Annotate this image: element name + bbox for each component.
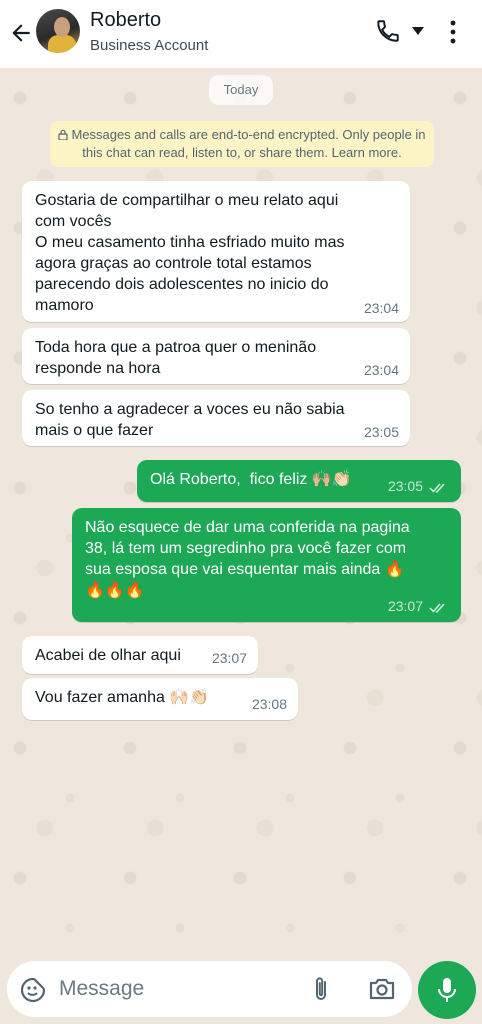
message-composer (7, 961, 412, 1017)
message-time: 23:07 (211, 650, 247, 666)
message-text: Não esquece de dar uma conferida na pagi… (85, 519, 410, 599)
chat-area[interactable]: Today Messages and calls are end-to-end … (0, 68, 482, 950)
message-time: 23:05 (387, 478, 423, 494)
message-text: Gostaria de compartilhar o meu relato aq… (35, 192, 345, 314)
caret-down-icon[interactable] (412, 27, 424, 35)
message-bubble-incoming[interactable]: Toda hora que a patroa quer o meninão re… (22, 328, 410, 384)
mic-button[interactable] (418, 961, 476, 1019)
more-vert-icon[interactable] (448, 20, 458, 44)
avatar[interactable] (36, 9, 80, 53)
phone-icon[interactable] (375, 18, 401, 44)
message-text: Vou fazer amanha 🙌🏻👏🏻 (35, 689, 210, 706)
message-time: 23:05 (363, 424, 399, 440)
encryption-notice[interactable]: Messages and calls are end-to-end encryp… (50, 121, 434, 167)
date-pill: Today (209, 75, 273, 105)
message-text: Toda hora que a patroa quer o meninão re… (35, 339, 317, 377)
chat-header: Roberto Business Account (0, 0, 482, 68)
message-bubble-incoming[interactable]: Gostaria de compartilhar o meu relato aq… (22, 181, 410, 322)
message-time: 23:07 (387, 598, 423, 614)
message-time: 23:04 (363, 300, 399, 316)
sticker-icon[interactable] (20, 977, 46, 1003)
message-time: 23:08 (251, 696, 287, 712)
message-input[interactable] (59, 973, 289, 1005)
camera-icon[interactable] (368, 977, 396, 1001)
message-text: So tenho a agradecer a voces eu não sabi… (35, 401, 345, 439)
read-receipt-icon (429, 603, 445, 613)
encryption-text: Messages and calls are end-to-end encryp… (71, 127, 426, 160)
message-bubble-outgoing[interactable]: Não esquece de dar uma conferida na pagi… (72, 508, 461, 622)
read-receipt-icon (429, 483, 445, 493)
lock-icon (58, 129, 69, 140)
paperclip-icon[interactable] (310, 975, 332, 1003)
message-bubble-incoming[interactable]: Acabei de olhar aqui 23:07 (22, 636, 258, 674)
contact-name[interactable]: Roberto (90, 9, 161, 32)
message-time: 23:04 (363, 362, 399, 378)
arrow-left-icon[interactable] (8, 20, 34, 46)
message-bubble-incoming[interactable]: Vou fazer amanha 🙌🏻👏🏻 23:08 (22, 678, 298, 720)
contact-subtitle[interactable]: Business Account (90, 37, 208, 54)
mic-icon (438, 978, 456, 1002)
message-bubble-outgoing[interactable]: Olá Roberto, fico feliz 🙌🏼👏🏻 23:05 (137, 460, 461, 502)
message-bubble-incoming[interactable]: So tenho a agradecer a voces eu não sabi… (22, 390, 410, 446)
